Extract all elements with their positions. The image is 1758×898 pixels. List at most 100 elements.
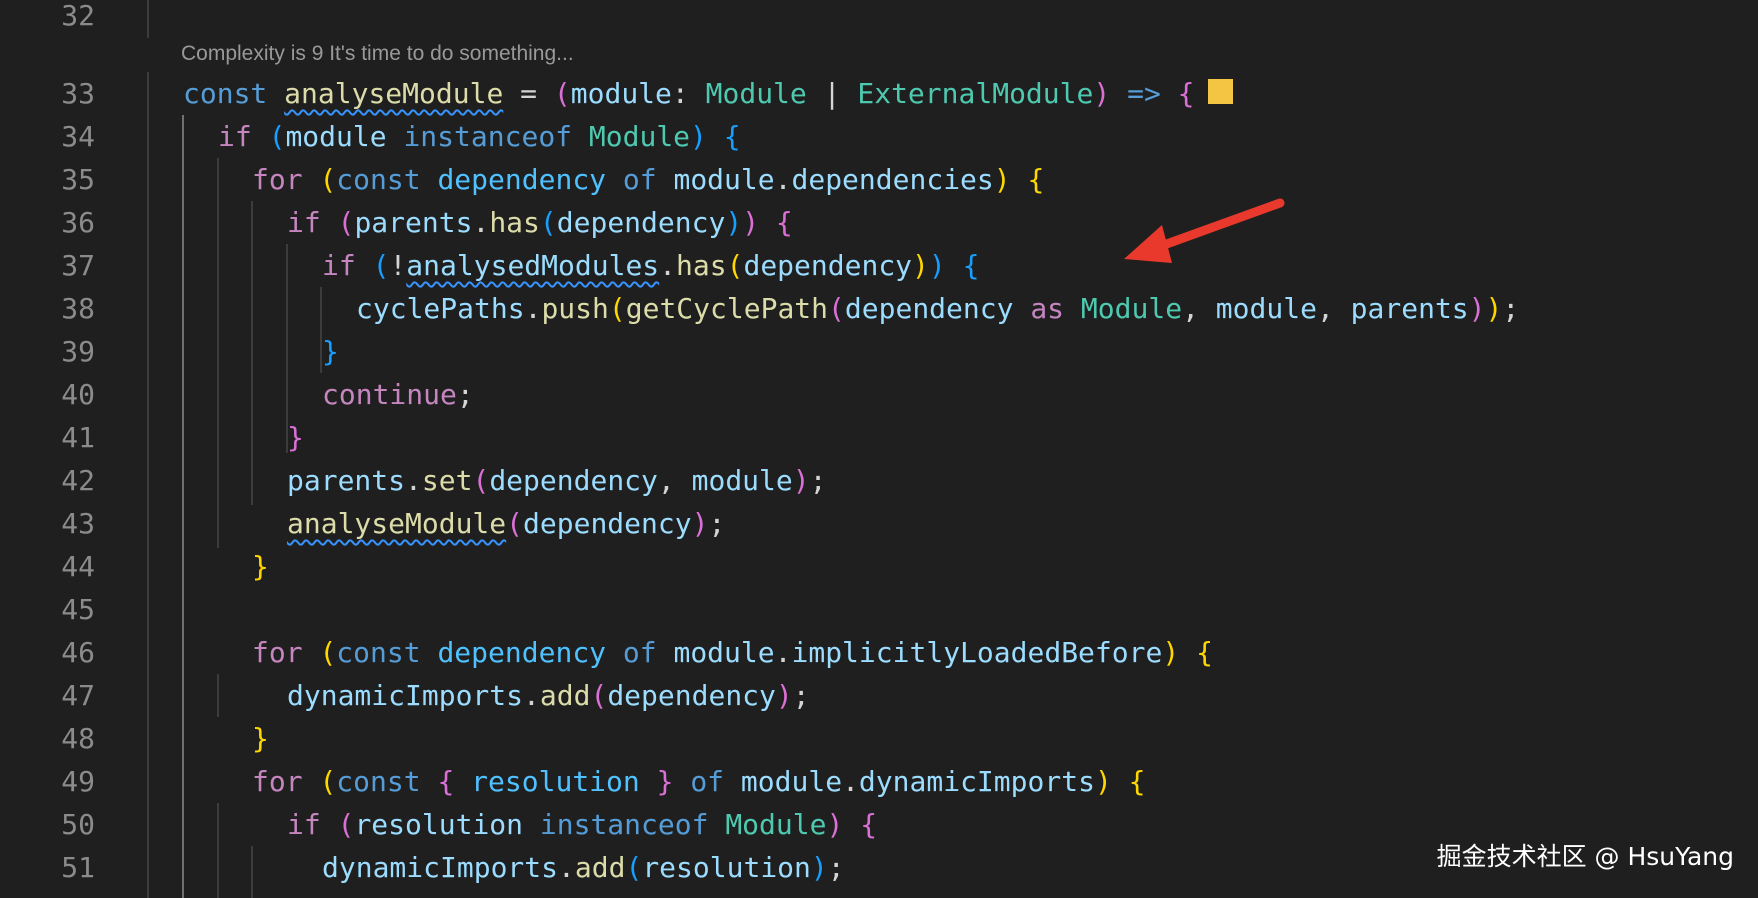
token: module	[673, 636, 775, 669]
token: resolution	[642, 851, 811, 884]
line-number: 37	[61, 249, 95, 282]
indent-guide	[147, 72, 149, 898]
line-number: 51	[61, 851, 95, 884]
color-swatch[interactable]	[1206, 77, 1234, 105]
token: dependencies	[791, 163, 994, 196]
line-number: 45	[61, 593, 95, 626]
token: module	[740, 765, 843, 798]
code-line-41: }	[287, 421, 304, 454]
line-number: 33	[61, 77, 95, 110]
code-line-34: if (module instanceof Module) {	[218, 120, 741, 153]
code-line-40: continue;	[322, 378, 474, 411]
indent-guide	[217, 803, 219, 898]
token: for	[252, 765, 303, 798]
annotation-arrow-icon	[1124, 198, 1285, 263]
code-line-36: if (parents.has(dependency)) {	[287, 206, 793, 239]
line-number: 44	[61, 550, 95, 583]
token: dependency	[607, 679, 776, 712]
token: resolution	[354, 808, 524, 841]
token: dependency	[523, 507, 692, 540]
watermark: 掘金技术社区 @ HsuYang	[1436, 842, 1734, 871]
token: resolution	[471, 765, 640, 798]
token: parents	[354, 206, 473, 239]
code-line-51: dynamicImports.add(resolution);	[322, 851, 845, 884]
token: cyclePaths	[356, 292, 525, 325]
line-number: 48	[61, 722, 95, 755]
line-number: 49	[61, 765, 95, 798]
code-line-43: analyseModule(dependency);	[287, 507, 726, 540]
token: dependency	[437, 163, 607, 196]
token: implicitlyLoadedBefore	[791, 636, 1163, 669]
token: if	[287, 206, 321, 239]
token: Module	[725, 808, 827, 841]
token: module	[1215, 292, 1317, 325]
token: continue	[322, 378, 457, 411]
token: dependency	[844, 292, 1014, 325]
indent-guide	[217, 674, 219, 717]
token: of	[690, 765, 725, 798]
line-number: 35	[61, 163, 95, 196]
line-number: 34	[61, 120, 95, 153]
code-line-37: if (!analysedModules.has(dependency)) {	[322, 249, 980, 282]
token: dynamicImports	[858, 765, 1095, 798]
code-line-47: dynamicImports.add(dependency);	[287, 679, 810, 712]
token: Module	[588, 120, 691, 153]
token: const	[183, 77, 268, 110]
token: parents	[287, 464, 406, 497]
line-number: 47	[61, 679, 95, 712]
line-number: 42	[61, 464, 95, 497]
token: instanceof	[539, 808, 709, 841]
token: module	[673, 163, 775, 196]
token: dependency	[489, 464, 658, 497]
line-number: 50	[61, 808, 95, 841]
line-number: 32	[61, 0, 95, 32]
token: if	[287, 808, 321, 841]
code-line-44: }	[252, 550, 269, 583]
code-line-49: for (const { resolution } of module.dyna…	[252, 765, 1146, 798]
code-line-48: }	[252, 722, 269, 755]
code-line-46: for (const dependency of module.implicit…	[252, 636, 1213, 669]
token: set	[421, 464, 473, 497]
token: module	[691, 464, 793, 497]
token: of	[622, 636, 657, 669]
token: if	[218, 120, 252, 153]
token: dynamicImports	[322, 851, 559, 884]
code-line-35: for (const dependency of module.dependen…	[252, 163, 1045, 196]
token: parents	[1350, 292, 1469, 325]
indent-guide	[147, 0, 149, 38]
token: if	[322, 249, 356, 282]
codelens-complexity[interactable]: Complexity is 9 It's time to do somethin…	[181, 42, 574, 66]
code-line-50: if (resolution instanceof Module) {	[287, 808, 878, 841]
token: Module	[1080, 292, 1183, 325]
token: ExternalModule	[857, 77, 1094, 110]
token: has	[676, 249, 727, 282]
token: Module	[705, 77, 807, 110]
code-line-39: }	[322, 335, 339, 368]
token: add	[539, 679, 591, 712]
indent-guide	[251, 846, 253, 898]
token: analyseModule	[284, 77, 504, 110]
token: push	[541, 292, 609, 325]
token: getCyclePath	[625, 292, 829, 325]
token: dependency	[437, 636, 607, 669]
indent-guide	[182, 115, 184, 898]
token: module	[285, 120, 387, 153]
indent-guide	[251, 201, 253, 505]
token: of	[622, 163, 657, 196]
token: dynamicImports	[287, 679, 524, 712]
token: for	[252, 163, 303, 196]
code-line-42: parents.set(dependency, module);	[287, 464, 827, 497]
line-number: 38	[61, 292, 95, 325]
code-editor[interactable]: 32 33 34 35 36 37 38 39 40 41 42 43 44 4…	[0, 0, 1758, 898]
token: analyseModule	[287, 507, 507, 540]
indent-guide	[217, 158, 219, 548]
token: add	[574, 851, 626, 884]
token: const	[336, 765, 421, 798]
token: analysedModules	[406, 249, 660, 282]
token: for	[252, 636, 303, 669]
line-number: 40	[61, 378, 95, 411]
token: dependency	[743, 249, 913, 282]
line-number: 46	[61, 636, 95, 669]
code-line-38: cyclePaths.push(getCyclePath(dependency …	[356, 292, 1520, 325]
token: const	[336, 636, 421, 669]
